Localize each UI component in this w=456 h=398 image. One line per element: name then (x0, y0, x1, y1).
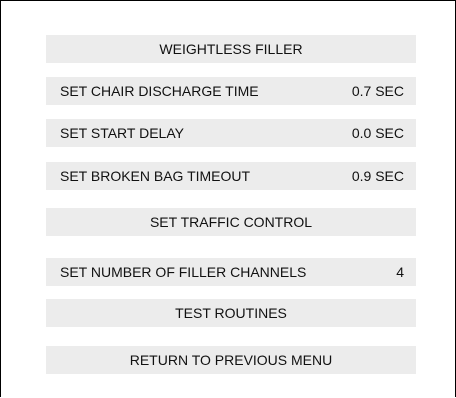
filler-channels-value: 4 (396, 264, 404, 280)
broken-bag-label: SET BROKEN BAG TIMEOUT (60, 168, 251, 184)
filler-channels-label: SET NUMBER OF FILLER CHANNELS (60, 264, 307, 280)
traffic-control-label: SET TRAFFIC CONTROL (149, 214, 313, 230)
set-start-delay-button[interactable]: SET START DELAY 0.0 SEC (46, 119, 416, 147)
weightless-filler-label: WEIGHTLESS FILLER (159, 41, 303, 57)
set-filler-channels-button[interactable]: SET NUMBER OF FILLER CHANNELS 4 (46, 258, 416, 286)
chair-discharge-label: SET CHAIR DISCHARGE TIME (60, 83, 259, 99)
weightless-filler-button[interactable]: WEIGHTLESS FILLER (46, 35, 416, 63)
start-delay-value: 0.0 SEC (351, 125, 404, 141)
return-to-previous-menu-button[interactable]: RETURN TO PREVIOUS MENU (46, 346, 416, 374)
set-chair-discharge-time-button[interactable]: SET CHAIR DISCHARGE TIME 0.7 SEC (46, 77, 416, 105)
return-label: RETURN TO PREVIOUS MENU (129, 352, 333, 368)
set-traffic-control-button[interactable]: SET TRAFFIC CONTROL (46, 208, 416, 236)
broken-bag-value: 0.9 SEC (351, 168, 404, 184)
chair-discharge-value: 0.7 SEC (351, 83, 404, 99)
test-routines-button[interactable]: TEST ROUTINES (46, 299, 416, 327)
start-delay-label: SET START DELAY (60, 125, 184, 141)
set-broken-bag-timeout-button[interactable]: SET BROKEN BAG TIMEOUT 0.9 SEC (46, 162, 416, 190)
test-routines-label: TEST ROUTINES (175, 305, 287, 321)
settings-screen: WEIGHTLESS FILLER SET CHAIR DISCHARGE TI… (0, 0, 456, 397)
